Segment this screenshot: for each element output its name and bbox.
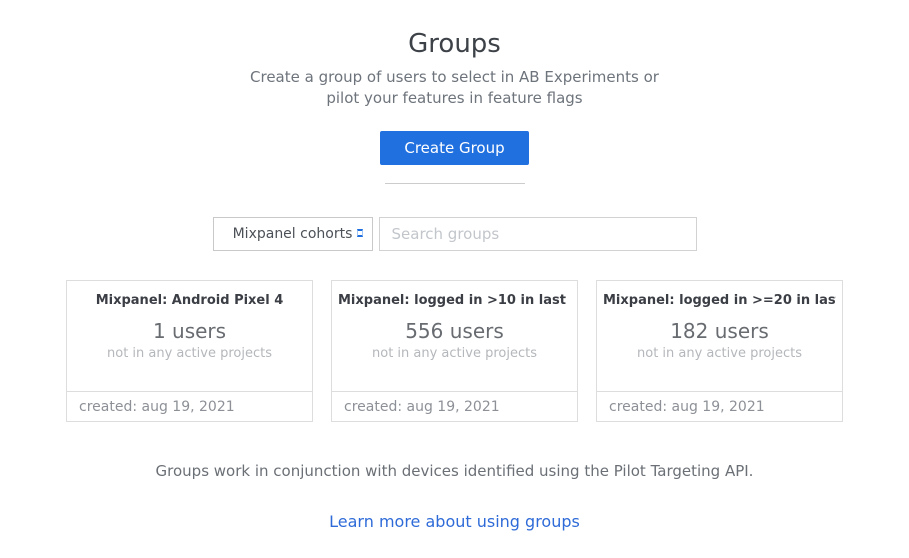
group-card-body: Mixpanel: logged in >10 in last 30 ... 5…: [332, 281, 577, 391]
group-card-user-count: 182 users: [603, 319, 836, 343]
filter-controls: Mixpanel cohorts: [0, 217, 909, 251]
group-card-title: Mixpanel: logged in >=20 in last 30...: [603, 293, 836, 310]
search-groups-input[interactable]: [379, 217, 697, 251]
group-card-body: Mixpanel: Android Pixel 4 1 users not in…: [67, 281, 312, 391]
group-card-title: Mixpanel: Android Pixel 4: [73, 293, 306, 310]
pilot-targeting-note: Groups work in conjunction with devices …: [0, 462, 909, 480]
group-card[interactable]: Mixpanel: logged in >=20 in last 30... 1…: [596, 280, 843, 422]
page-subtitle-line2: pilot your features in feature flags: [0, 88, 909, 110]
groups-page: Groups Create a group of users to select…: [0, 0, 909, 558]
group-card[interactable]: Mixpanel: Android Pixel 4 1 users not in…: [66, 280, 313, 422]
create-group-button[interactable]: Create Group: [380, 131, 528, 165]
page-title: Groups: [0, 30, 909, 59]
group-card-user-count: 556 users: [338, 319, 571, 343]
cohort-source-dropdown-value: Mixpanel cohorts: [233, 226, 353, 242]
group-card-status: not in any active projects: [603, 346, 836, 361]
page-subtitle-line1: Create a group of users to select in AB …: [0, 67, 909, 89]
group-card-body: Mixpanel: logged in >=20 in last 30... 1…: [597, 281, 842, 391]
group-card[interactable]: Mixpanel: logged in >10 in last 30 ... 5…: [331, 280, 578, 422]
learn-more-link[interactable]: Learn more about using groups: [329, 512, 580, 531]
group-card-created-date: created: aug 19, 2021: [67, 391, 312, 421]
group-card-title: Mixpanel: logged in >10 in last 30 ...: [338, 293, 571, 310]
dropdown-indicator-icon: [357, 229, 363, 237]
page-subtitle: Create a group of users to select in AB …: [0, 67, 909, 111]
group-card-created-date: created: aug 19, 2021: [332, 391, 577, 421]
cohort-source-dropdown[interactable]: Mixpanel cohorts: [213, 217, 373, 251]
group-card-status: not in any active projects: [73, 346, 306, 361]
group-card-status: not in any active projects: [338, 346, 571, 361]
group-card-created-date: created: aug 19, 2021: [597, 391, 842, 421]
header-divider: [385, 183, 525, 184]
group-card-user-count: 1 users: [73, 319, 306, 343]
group-card-list: Mixpanel: Android Pixel 4 1 users not in…: [0, 280, 909, 422]
